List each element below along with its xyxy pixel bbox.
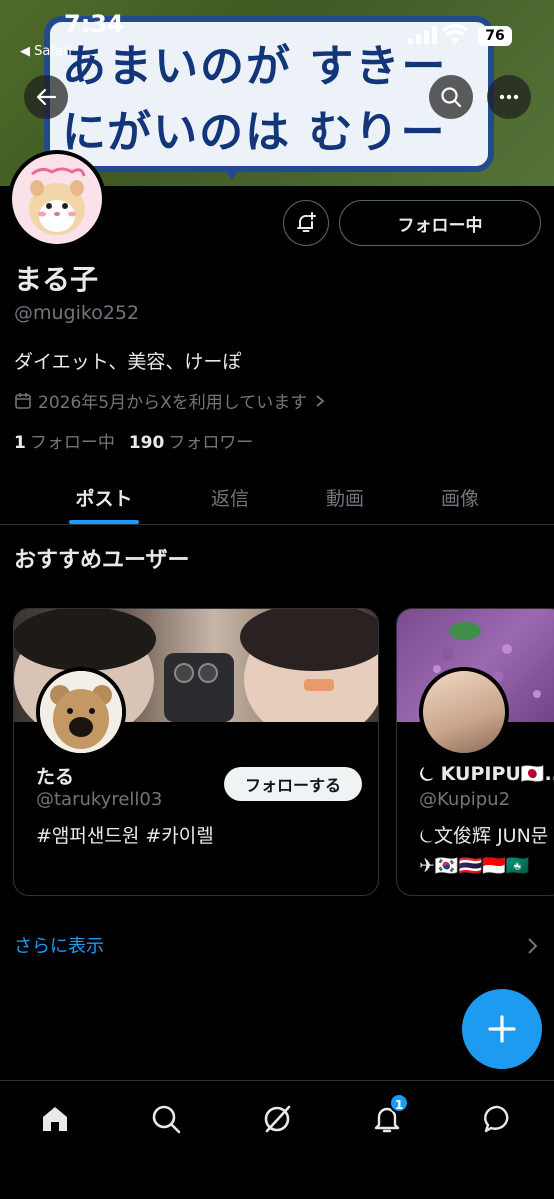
following-count-link[interactable]: 1 フォロー中 [14, 428, 115, 453]
user-card-bio: ⏾文俊辉 JUN문 ✈🇰🇷🇹🇭🇮🇩🇲🇴 [419, 821, 548, 881]
search-button[interactable] [429, 75, 473, 119]
tab-images[interactable]: 画像 [404, 470, 516, 524]
chevron-right-icon [316, 394, 325, 407]
tab-posts[interactable]: ポスト [48, 470, 160, 524]
show-more-link[interactable]: さらに表示 [14, 932, 104, 958]
banner-speech-tail [222, 166, 242, 180]
joined-date[interactable]: 2026年5月からXを利用しています [14, 388, 327, 413]
nav-messages[interactable] [478, 1099, 518, 1139]
follow-button[interactable]: フォローする [224, 767, 362, 801]
status-bar: 7:34 ◀ Safari 76 [0, 0, 554, 60]
follow-stats: 1 フォロー中 190 フォロワー [14, 428, 253, 453]
following-button[interactable]: フォロー中 [339, 200, 541, 246]
nav-notifications[interactable]: 1 [367, 1093, 409, 1139]
notification-subscribe-button[interactable] [283, 200, 329, 246]
user-card-bio-line: ✈🇰🇷🇹🇭🇮🇩🇲🇴 [419, 855, 530, 877]
user-card-avatar [419, 667, 509, 757]
calendar-icon [15, 392, 31, 409]
user-card[interactable]: たる @tarukyrell03 #앰퍼샌드원 #카이렐 フォローする [13, 608, 379, 896]
bell-plus-icon [297, 212, 316, 232]
arrow-left-icon [36, 88, 57, 106]
status-time: 7:34 [64, 10, 124, 38]
user-card-bio: #앰퍼샌드원 #카이렐 [36, 825, 214, 847]
followers-count-link[interactable]: 190 フォロワー [129, 428, 254, 453]
battery-indicator: 76 [478, 26, 512, 46]
tab-videos[interactable]: 動画 [289, 470, 401, 524]
user-card-bio-line: ⏾文俊辉 JUN문 [419, 825, 549, 847]
back-button[interactable] [24, 75, 68, 119]
nav-explore[interactable] [146, 1099, 186, 1139]
wifi-icon [442, 24, 468, 44]
joined-text: 2026年5月からXを利用しています [38, 393, 308, 413]
signal-icon [408, 26, 437, 44]
plus-icon [488, 1015, 516, 1043]
chevron-right-icon[interactable] [526, 936, 540, 956]
bottom-navigation: 1 [0, 1080, 554, 1199]
more-dots-icon [499, 94, 519, 100]
user-card-name: たる [36, 766, 75, 788]
tab-replies[interactable]: 返信 [174, 470, 286, 524]
profile-bio: ダイエット、美容、けーぽ [14, 351, 242, 373]
user-card-avatar [36, 667, 126, 757]
hamster-avatar-image [29, 167, 86, 235]
more-button[interactable] [487, 75, 531, 119]
profile-avatar[interactable] [8, 150, 106, 248]
back-to-safari[interactable]: ◀ Safari [20, 44, 72, 59]
nav-grok[interactable] [257, 1099, 297, 1139]
user-card[interactable]: ⏾ KUPIPU🇯🇵.. @Kupipu2 ⏾文俊辉 JUN문 ✈🇰🇷🇹🇭🇮🇩🇲… [396, 608, 554, 896]
search-icon [441, 87, 462, 108]
notifications-badge: 1 [389, 1093, 409, 1113]
user-card-handle: @tarukyrell03 [36, 789, 163, 810]
nav-home[interactable] [35, 1099, 75, 1139]
compose-button[interactable] [462, 989, 542, 1069]
recommended-users-title: おすすめユーザー [14, 548, 190, 573]
grok-icon [264, 1105, 291, 1133]
user-card-handle: @Kupipu2 [419, 789, 511, 810]
chat-bubble-icon [484, 1105, 509, 1133]
home-icon [43, 1107, 67, 1131]
user-card-name: ⏾ KUPIPU🇯🇵.. [419, 763, 554, 785]
banner-text-line2: にがいのは むりー [62, 107, 447, 158]
profile-name: まる子 [14, 263, 99, 296]
profile-handle: @mugiko252 [14, 302, 140, 324]
profile-tabs: ポスト 返信 動画 画像 [0, 470, 554, 525]
search-icon [152, 1105, 181, 1134]
